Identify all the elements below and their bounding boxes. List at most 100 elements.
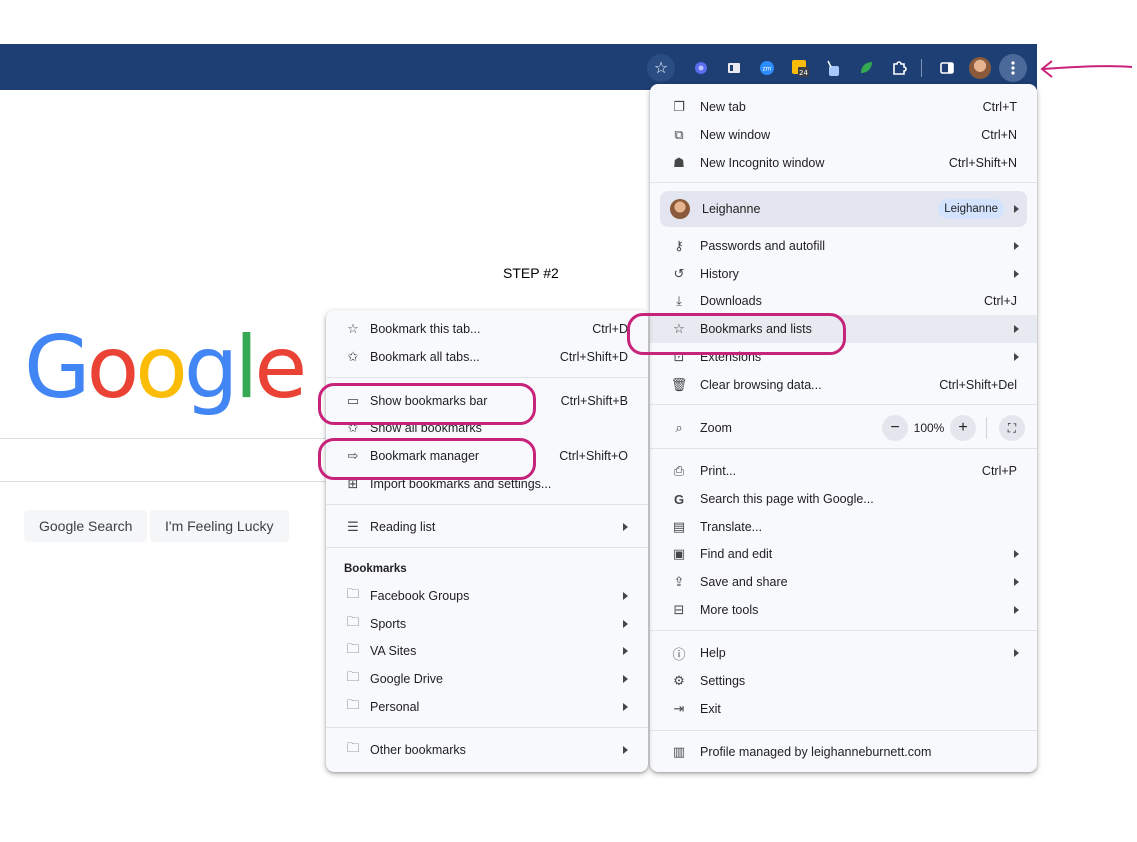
chevron-right-icon <box>1014 205 1019 213</box>
menu-item-label: Reading list <box>370 520 436 534</box>
star-icon[interactable]: ☆ <box>647 54 675 82</box>
logo-letter: o <box>135 318 188 418</box>
menu-item-new-incognito[interactable]: ☗ New Incognito window Ctrl+Shift+N <box>650 149 1037 177</box>
profile-name: Leighanne <box>702 202 761 216</box>
zoom-level: 100% <box>913 421 945 435</box>
menu-item-label: Translate... <box>700 520 763 534</box>
menu-item-managed-profile[interactable]: ▥ Profile managed by leighanneburnett.co… <box>650 738 1037 766</box>
extension-pen-icon[interactable] <box>819 54 847 82</box>
translate-icon: ▤ <box>672 519 686 534</box>
menu-item-label: Other bookmarks <box>370 743 466 757</box>
gear-icon: ⚙ <box>673 673 685 688</box>
menu-item-translate[interactable]: ▤ Translate... <box>650 513 1037 541</box>
menu-item-label: More tools <box>700 603 759 617</box>
menu-item-reading-list[interactable]: ☰ Reading list <box>326 513 648 541</box>
trash-icon: 🗑 <box>670 377 688 392</box>
menu-item-new-window[interactable]: ⧉ New window Ctrl+N <box>650 121 1037 149</box>
feeling-lucky-button[interactable]: I'm Feeling Lucky <box>150 510 289 542</box>
menu-item-label: New tab <box>700 100 746 114</box>
menu-item-help[interactable]: ⓘ Help <box>650 639 1037 667</box>
menu-item-exit[interactable]: ⇥ Exit <box>650 695 1037 723</box>
side-panel-icon[interactable] <box>933 54 961 82</box>
folder-icon: 🗀 <box>346 697 360 712</box>
download-icon: ⤓ <box>676 293 682 308</box>
profile-chip: Leighanne <box>938 199 1004 219</box>
google-logo: Google <box>24 318 307 418</box>
calendar-24-icon[interactable]: 24 <box>786 54 814 82</box>
incognito-icon: ☗ <box>673 155 685 170</box>
star-stack-icon: ✩ <box>347 349 359 364</box>
menu-divider <box>650 404 1037 405</box>
chevron-right-icon <box>623 647 628 655</box>
menu-item-shortcut: Ctrl+P <box>981 464 1017 478</box>
menu-item-search-page[interactable]: G Search this page with Google... <box>650 485 1037 513</box>
logo-letter: o <box>86 318 140 418</box>
menu-item-zoom: ⌕ Zoom − 100% + ⛶ <box>650 414 1037 442</box>
menu-item-new-tab[interactable]: ❐ New tab Ctrl+T <box>650 93 1037 121</box>
chevron-right-icon <box>623 592 628 600</box>
bookmark-folder-sports[interactable]: 🗀 Sports <box>326 610 648 638</box>
google-search-button[interactable]: Google Search <box>24 510 148 542</box>
bookmark-folder-va-sites[interactable]: 🗀 VA Sites <box>326 637 648 665</box>
bookmark-folder-personal[interactable]: 🗀 Personal <box>326 693 648 721</box>
menu-item-shortcut: Ctrl+Shift+N <box>948 156 1017 170</box>
toolbox-icon: ⊟ <box>673 602 685 617</box>
reading-list-icon: ☰ <box>347 519 359 534</box>
extension-board-icon[interactable] <box>720 54 748 82</box>
building-icon: ▥ <box>672 744 686 759</box>
search-box-top-edge[interactable] <box>0 438 330 439</box>
menu-item-find-edit[interactable]: ▣ Find and edit <box>650 540 1037 568</box>
menu-item-profile[interactable]: Leighanne Leighanne <box>660 191 1027 227</box>
kebab-menu-icon[interactable] <box>999 54 1027 82</box>
menu-item-passwords[interactable]: ⚷ Passwords and autofill <box>650 232 1037 260</box>
menu-item-shortcut: Ctrl+Shift+Del <box>939 378 1017 392</box>
menu-divider <box>326 377 648 378</box>
highlight-ring-bookmarks-and-lists <box>627 313 846 355</box>
menu-divider <box>650 448 1037 449</box>
menu-divider <box>326 547 648 548</box>
menu-item-clear-browsing-data[interactable]: 🗑 Clear browsing data... Ctrl+Shift+Del <box>650 371 1037 399</box>
extension-leaf-icon[interactable] <box>852 54 880 82</box>
bookmark-folder-google-drive[interactable]: 🗀 Google Drive <box>326 665 648 693</box>
toolbar-divider <box>921 59 922 77</box>
zoom-out-button[interactable]: − <box>882 415 908 441</box>
menu-divider <box>650 630 1037 631</box>
menu-item-print[interactable]: ⎙ Print... Ctrl+P <box>650 457 1037 485</box>
profile-avatar[interactable] <box>966 54 994 82</box>
menu-item-label: Clear browsing data... <box>700 378 822 392</box>
extensions-puzzle-icon[interactable] <box>885 54 913 82</box>
new-tab-icon: ❐ <box>673 99 685 114</box>
menu-item-label: Bookmark this tab... <box>370 322 481 336</box>
menu-divider <box>326 727 648 728</box>
menu-item-settings[interactable]: ⚙ Settings <box>650 667 1037 695</box>
menu-item-save-share[interactable]: ⇪ Save and share <box>650 568 1037 596</box>
menu-item-shortcut: Ctrl+Shift+O <box>559 449 628 463</box>
folder-icon: 🗀 <box>346 614 360 629</box>
folder-icon: 🗀 <box>346 669 360 684</box>
menu-item-label: Downloads <box>700 294 762 308</box>
zoom-divider <box>986 417 987 439</box>
menu-item-label: Print... <box>700 464 737 478</box>
chevron-right-icon <box>623 703 628 711</box>
menu-item-label: Help <box>700 646 726 660</box>
menu-item-label: Exit <box>700 702 721 716</box>
zoom-icon[interactable]: zm <box>753 54 781 82</box>
menu-item-label: Find and edit <box>700 547 773 561</box>
extension-puzzle-blue-icon[interactable] <box>687 54 715 82</box>
bookmark-folder-facebook-groups[interactable]: 🗀 Facebook Groups <box>326 582 648 610</box>
bookmark-folder-other[interactable]: 🗀 Other bookmarks <box>326 736 648 764</box>
menu-item-bookmark-this-tab[interactable]: ☆ Bookmark this tab... Ctrl+D <box>326 315 648 343</box>
fullscreen-icon[interactable]: ⛶ <box>999 415 1025 441</box>
chevron-right-icon <box>623 675 628 683</box>
menu-item-downloads[interactable]: ⤓ Downloads Ctrl+J <box>650 287 1037 315</box>
bookmarks-submenu: ☆ Bookmark this tab... Ctrl+D ✩ Bookmark… <box>326 310 648 772</box>
find-page-icon: ▣ <box>672 546 686 561</box>
step-label: STEP #2 <box>503 265 559 281</box>
menu-item-shortcut: Ctrl+J <box>984 294 1017 308</box>
menu-item-bookmark-all-tabs[interactable]: ✩ Bookmark all tabs... Ctrl+Shift+D <box>326 343 648 371</box>
menu-item-more-tools[interactable]: ⊟ More tools <box>650 596 1037 624</box>
menu-item-label: Search this page with Google... <box>700 492 874 506</box>
menu-item-history[interactable]: ↺ History <box>650 260 1037 288</box>
zoom-in-button[interactable]: + <box>950 415 976 441</box>
menu-item-label: Profile managed by leighanneburnett.com <box>700 745 932 759</box>
